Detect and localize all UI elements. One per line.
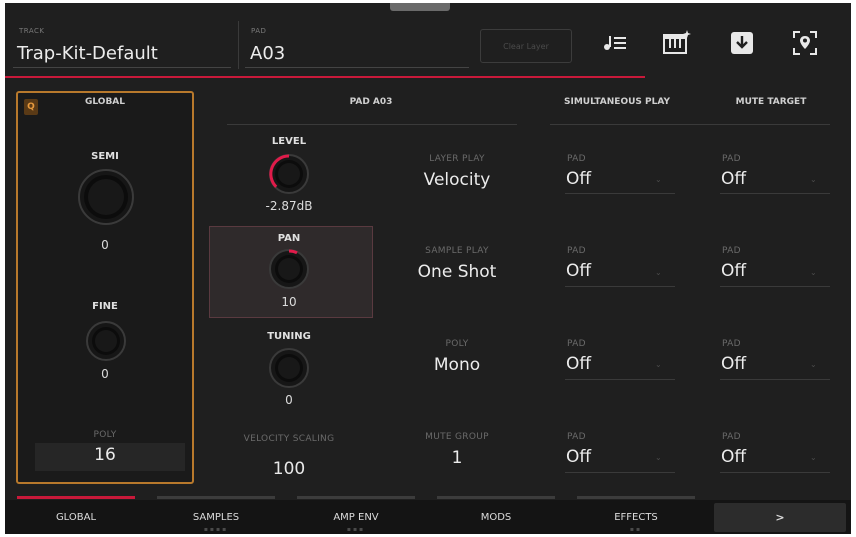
pan-label: PAN	[277, 233, 301, 244]
level-knob[interactable]	[268, 153, 310, 195]
location-pin-icon[interactable]	[788, 25, 822, 61]
layer-play-label: LAYER PLAY	[429, 154, 485, 164]
semi-label: SEMI	[91, 151, 119, 162]
header-divider	[238, 21, 239, 69]
keyboard-sparkle-icon[interactable]	[660, 25, 694, 61]
mute-target-dropdown-line	[720, 379, 830, 380]
semi-value: 0	[101, 238, 109, 252]
clear-layer-button[interactable]: Clear Layer	[480, 29, 572, 63]
tab-mods-indicator	[437, 496, 555, 499]
tab-amp-env-pages: ▪▪▪	[346, 526, 366, 533]
download-icon[interactable]	[725, 25, 759, 61]
simultaneous-play-title: SIMULTANEOUS PLAY	[564, 97, 670, 107]
mute-target-pad-value[interactable]: Off	[721, 447, 746, 467]
sim-play-dropdown-line	[565, 379, 675, 380]
header-accent-line	[5, 76, 645, 78]
level-value: -2.87dB	[265, 199, 313, 213]
tab-global[interactable]: GLOBAL	[16, 500, 136, 534]
mute-group-label: MUTE GROUP	[425, 432, 489, 442]
chevron-down-icon: ⌄	[655, 360, 662, 369]
chevron-down-icon: ⌄	[655, 453, 662, 462]
tab-global-indicator	[17, 496, 135, 499]
pad-poly-label: POLY	[445, 339, 469, 349]
right-columns-underline	[550, 124, 830, 125]
note-list-icon[interactable]	[598, 25, 632, 61]
sim-play-pad-label: PAD	[567, 246, 586, 256]
track-label: TRACK	[19, 27, 45, 35]
mute-target-dropdown-line	[720, 472, 830, 473]
global-panel: Q	[16, 91, 194, 484]
sim-play-pad-label: PAD	[567, 432, 586, 442]
chevron-down-icon: ⌄	[655, 175, 662, 184]
velocity-scaling-value[interactable]: 100	[273, 459, 305, 479]
mute-group-value[interactable]: 1	[452, 448, 463, 468]
global-title: GLOBAL	[84, 97, 126, 107]
pad-section-underline	[227, 124, 517, 125]
tab-samples-pages: ▪▪▪▪	[203, 526, 229, 533]
tab-samples-indicator	[157, 496, 275, 499]
sim-play-pad-value[interactable]: Off	[566, 354, 591, 374]
mute-target-pad-value[interactable]: Off	[721, 169, 746, 189]
layer-play-value[interactable]: Velocity	[424, 170, 491, 190]
chevron-down-icon: ⌄	[810, 268, 817, 277]
sample-play-value[interactable]: One Shot	[418, 262, 497, 282]
global-poly-value: 16	[94, 445, 116, 465]
tab-effects-indicator	[577, 496, 695, 499]
fine-label: FINE	[92, 301, 118, 312]
mute-target-dropdown-line	[720, 193, 830, 194]
pan-knob[interactable]	[268, 248, 310, 290]
mute-target-title: MUTE TARGET	[735, 97, 807, 107]
pad-underline	[245, 67, 469, 68]
mute-target-pad-value[interactable]: Off	[721, 261, 746, 281]
level-label: LEVEL	[271, 136, 307, 147]
mute-target-pad-label: PAD	[722, 246, 741, 256]
chevron-down-icon: ⌄	[810, 175, 817, 184]
sample-play-label: SAMPLE PLAY	[425, 246, 489, 256]
velocity-scaling-label: VELOCITY SCALING	[243, 434, 335, 444]
sim-play-dropdown-line	[565, 472, 675, 473]
pad-label: PAD	[251, 27, 267, 35]
chevron-down-icon: ⌄	[810, 453, 817, 462]
semi-knob[interactable]	[77, 168, 135, 226]
mute-target-pad-label: PAD	[722, 432, 741, 442]
track-name[interactable]: Trap-Kit-Default	[17, 43, 158, 64]
mute-target-pad-value[interactable]: Off	[721, 354, 746, 374]
tuning-label: TUNING	[267, 331, 311, 342]
tab-amp-env-indicator	[297, 496, 415, 499]
chevron-down-icon: ⌄	[655, 268, 662, 277]
pad-poly-value[interactable]: Mono	[434, 355, 480, 375]
sim-play-pad-value[interactable]: Off	[566, 447, 591, 467]
sim-play-dropdown-line	[565, 286, 675, 287]
mute-target-pad-label: PAD	[722, 154, 741, 164]
tuning-value: 0	[285, 393, 293, 407]
next-page-button[interactable]: >	[714, 503, 846, 532]
tab-mods[interactable]: MODS	[436, 500, 556, 534]
pan-value: 10	[281, 295, 297, 309]
track-underline	[13, 67, 231, 68]
app-screen: TRACK Trap-Kit-Default PAD A03 Clear Lay…	[5, 3, 851, 534]
sim-play-pad-value[interactable]: Off	[566, 261, 591, 281]
global-poly-label: POLY	[93, 430, 117, 440]
top-grabber-handle[interactable]	[390, 3, 450, 11]
pad-name[interactable]: A03	[250, 43, 285, 64]
q-link-badge[interactable]: Q	[24, 99, 38, 115]
sim-play-pad-label: PAD	[567, 154, 586, 164]
tab-effects-pages: ▪▪	[629, 526, 643, 533]
sim-play-dropdown-line	[565, 193, 675, 194]
sim-play-pad-label: PAD	[567, 339, 586, 349]
fine-value: 0	[101, 367, 109, 381]
chevron-down-icon: ⌄	[810, 360, 817, 369]
fine-knob[interactable]	[85, 320, 127, 362]
pad-section-title: PAD A03	[349, 97, 393, 107]
mute-target-pad-label: PAD	[722, 339, 741, 349]
tuning-knob[interactable]	[268, 347, 310, 389]
mute-target-dropdown-line	[720, 286, 830, 287]
sim-play-pad-value[interactable]: Off	[566, 169, 591, 189]
